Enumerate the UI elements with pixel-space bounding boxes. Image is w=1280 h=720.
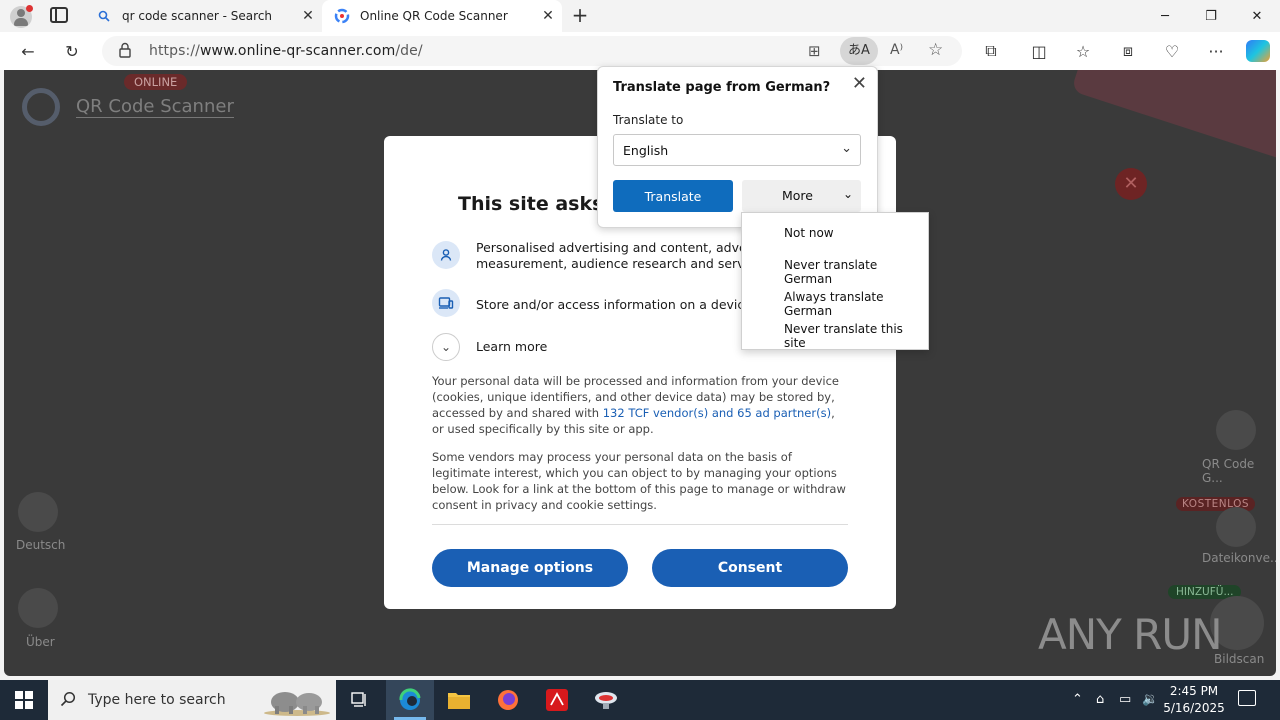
divider <box>432 524 848 525</box>
lock-icon[interactable] <box>118 42 132 58</box>
favorites-icon[interactable]: ☆ <box>1068 36 1098 66</box>
menu-item-always-translate-german[interactable]: Always translate German <box>784 290 928 318</box>
tab-search[interactable]: qr code scanner - Search ✕ <box>84 0 322 32</box>
favorite-star-icon[interactable]: ☆ <box>928 40 943 60</box>
new-tab-icon[interactable]: + <box>568 4 592 28</box>
task-view-icon[interactable] <box>336 680 384 720</box>
close-window-icon[interactable]: ✕ <box>1234 0 1280 32</box>
url-text: https://www.online-qr-scanner.com/de/ <box>149 43 423 59</box>
split-screen-icon[interactable]: ◫ <box>1024 36 1054 66</box>
close-ad-icon[interactable]: ✕ <box>1115 168 1147 200</box>
taskbar-clock[interactable]: 2:45 PM 5/16/2025 <box>1158 683 1230 717</box>
chevron-down-icon: ⌄ <box>440 340 452 354</box>
copilot-icon[interactable] <box>1246 40 1270 62</box>
menu-item-never-translate-german[interactable]: Never translate German <box>784 258 928 286</box>
about-label[interactable]: Über <box>26 635 55 649</box>
minimize-icon[interactable]: ─ <box>1142 0 1188 32</box>
qr-scanner-favicon-icon <box>334 8 350 24</box>
app-available-icon[interactable]: ⊞ <box>808 42 821 60</box>
qr-generator-icon[interactable] <box>1216 410 1256 450</box>
edge-taskbar-icon[interactable] <box>386 680 434 720</box>
acrobat-icon[interactable] <box>533 680 581 720</box>
translate-icon[interactable]: あA <box>840 37 878 65</box>
search-highlight-image <box>263 686 331 716</box>
learn-more-toggle[interactable]: ⌄ <box>432 333 460 361</box>
volume-icon[interactable]: 🔉 <box>1142 692 1158 707</box>
consent-paragraph-1: Your personal data will be processed and… <box>432 374 840 436</box>
translate-title: Translate page from German? <box>613 80 831 95</box>
more-menu-icon[interactable]: ··· <box>1201 36 1231 66</box>
about-icon[interactable] <box>18 588 58 628</box>
purpose-advertising: Personalised advertising and content, ad… <box>476 240 770 271</box>
app-icon[interactable] <box>582 680 630 720</box>
close-icon[interactable]: ✕ <box>852 73 867 94</box>
decorative-shape <box>1070 70 1276 165</box>
search-icon <box>60 691 76 711</box>
vendors-link[interactable]: 132 TCF vendor(s) and 65 ad partner(s) <box>603 406 831 420</box>
file-converter-icon[interactable] <box>1216 507 1256 547</box>
browser-toolbar: ← ↻ https://www.online-qr-scanner.com/de… <box>0 32 1280 70</box>
more-button[interactable]: More ⌄ <box>742 180 861 212</box>
meet-now-icon[interactable]: ⌂ <box>1096 692 1104 707</box>
collections-icon[interactable]: ⧈ <box>1113 36 1143 66</box>
more-label: More <box>782 188 813 203</box>
back-icon[interactable]: ← <box>13 36 43 66</box>
taskbar-search[interactable]: Type here to search <box>48 680 336 720</box>
more-options-menu: Not now Never translate German Always tr… <box>741 212 929 350</box>
tab-actions-icon[interactable] <box>50 7 68 23</box>
browser-essentials-icon[interactable]: ♡ <box>1157 36 1187 66</box>
selected-language: English <box>623 143 669 158</box>
restore-icon[interactable]: ❐ <box>1188 0 1234 32</box>
translate-to-label: Translate to <box>613 113 684 127</box>
devices-icon <box>432 289 460 317</box>
image-scan-label[interactable]: Bildscan <box>1214 652 1264 666</box>
purpose-storage: Store and/or access information on a dev… <box>476 297 752 312</box>
network-icon[interactable]: ▭ <box>1119 692 1131 707</box>
site-logo-icon[interactable] <box>22 88 60 126</box>
windows-taskbar: Type here to search ⌃ ⌂ ▭ 🔉 2:45 PM 5/16… <box>0 680 1280 720</box>
site-title[interactable]: QR Code Scanner <box>76 96 234 118</box>
address-bar[interactable]: https://www.online-qr-scanner.com/de/ ⊞ … <box>102 36 962 66</box>
qr-generator-label[interactable]: QR Code G... <box>1202 457 1276 485</box>
file-converter-label[interactable]: Dateikonve... <box>1202 551 1276 565</box>
taskbar-search-placeholder: Type here to search <box>88 692 226 708</box>
menu-item-never-translate-site[interactable]: Never translate this site <box>784 322 928 350</box>
translate-popup: Translate page from German? ✕ Translate … <box>597 66 878 228</box>
extensions-icon[interactable]: ⧉ <box>976 36 1006 66</box>
translate-button[interactable]: Translate <box>613 180 733 212</box>
clock-date: 5/16/2025 <box>1163 701 1225 715</box>
tab-title: qr code scanner - Search <box>122 9 273 23</box>
firefox-icon[interactable] <box>484 680 532 720</box>
learn-more-label[interactable]: Learn more <box>476 339 547 355</box>
language-icon[interactable] <box>18 492 58 532</box>
chevron-down-icon: ⌄ <box>842 187 853 201</box>
language-label[interactable]: Deutsch <box>16 538 65 552</box>
watermark-logo: ANY RUN <box>1038 610 1222 659</box>
language-select[interactable]: English ⌄ <box>613 134 861 166</box>
notification-icon[interactable] <box>1238 690 1256 706</box>
profile-avatar[interactable] <box>10 5 33 28</box>
tab-qr-scanner[interactable]: Online QR Code Scanner ✕ <box>322 0 562 32</box>
close-tab-icon[interactable]: ✕ <box>294 8 322 24</box>
search-icon <box>96 8 112 24</box>
chevron-up-icon[interactable]: ⌃ <box>1072 692 1083 707</box>
menu-item-not-now[interactable]: Not now <box>784 226 834 240</box>
tab-title: Online QR Code Scanner <box>360 9 508 23</box>
file-explorer-icon[interactable] <box>435 680 483 720</box>
person-icon <box>432 241 460 269</box>
refresh-icon[interactable]: ↻ <box>57 36 87 66</box>
consent-button[interactable]: Consent <box>652 549 848 587</box>
close-tab-icon[interactable]: ✕ <box>534 8 562 24</box>
consent-paragraph-2: Some vendors may process your personal d… <box>432 450 846 512</box>
read-aloud-icon[interactable]: A⁾ <box>890 42 903 58</box>
manage-options-button[interactable]: Manage options <box>432 549 628 587</box>
chevron-down-icon: ⌄ <box>841 141 852 156</box>
windows-start-icon[interactable] <box>0 680 48 720</box>
tab-bar: qr code scanner - Search ✕ Online QR Cod… <box>0 0 1280 32</box>
online-badge: ONLINE <box>124 74 188 90</box>
clock-time: 2:45 PM <box>1169 684 1219 698</box>
